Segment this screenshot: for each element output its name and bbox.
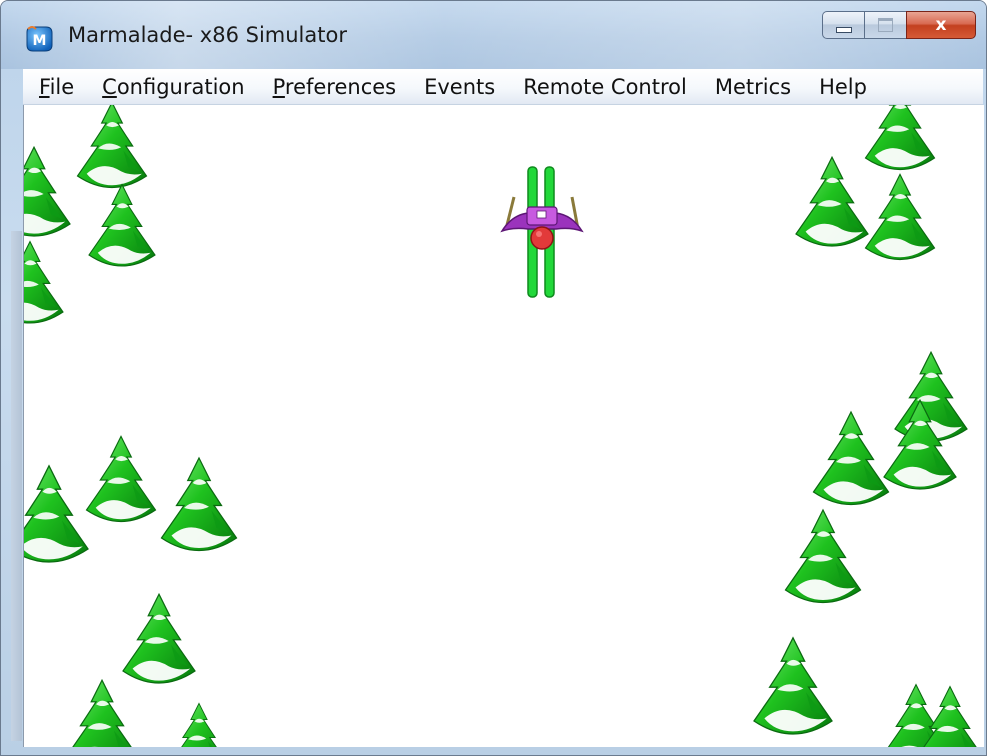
menu-file-label: ile	[49, 74, 75, 99]
pine-tree-icon	[85, 435, 157, 523]
menu-configuration-label: onfiguration	[116, 74, 245, 99]
pine-tree-icon	[24, 146, 71, 237]
menu-bar: File Configuration Preferences Events Re…	[23, 69, 983, 105]
minimize-icon	[835, 27, 852, 33]
minimize-button[interactable]	[822, 11, 864, 39]
pine-tree-icon	[24, 241, 64, 324]
game-viewport[interactable]	[23, 105, 984, 747]
pine-tree-icon	[171, 702, 227, 747]
close-icon: x	[935, 15, 947, 35]
pine-tree-icon	[864, 173, 936, 261]
menu-events[interactable]: Events	[410, 75, 509, 99]
menu-help[interactable]: Help	[805, 75, 881, 99]
skier-icon	[500, 166, 584, 298]
pine-tree-icon	[76, 105, 148, 189]
pine-tree-icon	[122, 593, 196, 684]
pine-tree-icon	[160, 457, 238, 552]
menu-file[interactable]: File	[23, 75, 88, 99]
title-bar[interactable]: M Marmalade- x86 Simulator x	[1, 1, 986, 69]
window-title: Marmalade- x86 Simulator	[68, 23, 347, 47]
pine-tree-icon	[88, 184, 156, 267]
menu-preferences-label: references	[284, 74, 397, 99]
menu-preferences[interactable]: Preferences	[259, 75, 411, 99]
pine-tree-icon	[65, 679, 139, 747]
pine-tree-icon	[894, 351, 968, 442]
pine-tree-icon	[753, 637, 833, 735]
menu-configuration[interactable]: Configuration	[88, 75, 258, 99]
maximize-icon	[878, 18, 893, 32]
simulator-window: M Marmalade- x86 Simulator x File Config…	[0, 0, 987, 756]
menu-metrics[interactable]: Metrics	[701, 75, 805, 99]
pine-tree-icon	[784, 509, 862, 604]
marmalade-app-icon: M	[26, 26, 53, 52]
pine-tree-icon	[24, 465, 89, 563]
pine-tree-icon	[864, 105, 936, 171]
pine-tree-icon	[812, 411, 890, 506]
caption-buttons: x	[822, 11, 976, 41]
pine-tree-icon	[795, 156, 869, 247]
maximize-button[interactable]	[864, 11, 906, 39]
close-button[interactable]: x	[906, 11, 976, 39]
window-left-frame-edge	[11, 231, 22, 741]
menu-remote-control[interactable]: Remote Control	[509, 75, 701, 99]
game-canvas[interactable]	[24, 105, 984, 747]
svg-text:M: M	[33, 33, 47, 49]
